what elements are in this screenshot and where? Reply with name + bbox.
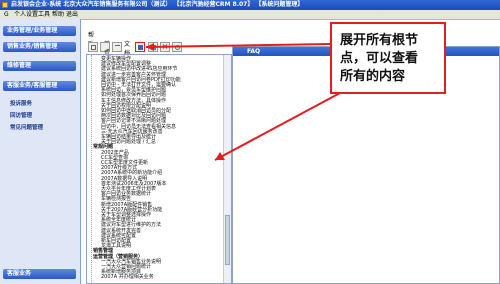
delete-icon: ×	[161, 42, 169, 51]
tree-scrollbar[interactable]	[223, 55, 231, 283]
sidebar-section-customer-service[interactable]: 客服业务/客服管理	[3, 81, 76, 91]
sidebar-item-complaint[interactable]: 投诉服务	[10, 99, 32, 107]
faq-detail-header-label: FAQ	[247, 48, 261, 55]
menu-item-personal-settings[interactable]: 个人设置	[14, 10, 38, 19]
edit-button[interactable]	[100, 42, 110, 53]
sidebar: 业务管理/业务管理 销售业务/销售管理 维修管理 客服业务/客服管理 投诉服务 …	[0, 19, 81, 284]
edit-icon	[101, 44, 110, 53]
expand-all-icon	[138, 45, 143, 50]
sidebar-item-faq[interactable]: 常见问题管理	[10, 123, 43, 131]
refresh-icon	[175, 45, 180, 50]
menu-item-help[interactable]: 帮助	[52, 10, 64, 19]
tree-scrollbar-thumb[interactable]	[225, 215, 230, 265]
sidebar-footer-customer-service[interactable]: 客服业务	[3, 269, 76, 279]
save-icon	[151, 45, 156, 50]
collapse-icon	[115, 45, 120, 51]
refresh-button[interactable]	[172, 42, 182, 52]
annotation-line: 展开所有根节	[340, 33, 419, 48]
annotation-callout: 展开所有根节 点，可以查看 所有的内容	[330, 22, 446, 94]
sidebar-section-business[interactable]: 业务管理/业务管理	[3, 26, 76, 36]
new-button[interactable]	[88, 42, 98, 52]
new-icon	[91, 45, 96, 50]
sidebar-item-followup[interactable]: 回访管理	[10, 111, 32, 119]
window-title: 启发银会企业·系统 北京大众汽车销售服务有限公司（测试） 【北京汽驰经营CRM …	[11, 1, 304, 8]
tree-node[interactable]: 2007A 并办理相关业务	[101, 274, 154, 280]
menu-item-g[interactable]: G	[4, 10, 9, 19]
delete-button[interactable]: ×	[160, 42, 170, 52]
window-titlebar: 启发银会企业·系统 北京大众汽车销售服务有限公司（测试） 【北京汽驰经营CRM …	[0, 0, 500, 10]
menu-item-exit[interactable]: 退出	[66, 10, 78, 19]
annotation-text: 展开所有根节 点，可以查看 所有的内容	[340, 32, 442, 86]
expand-all-button[interactable]	[135, 42, 145, 52]
faq-tree[interactable]: 变更车辆操作 建议修改车型配置调整 建议系统回访中改进4S店应用环节 建议进一步完善客…	[86, 54, 232, 284]
sidebar-section-sales[interactable]: 销售业务/销售管理	[3, 42, 76, 52]
app-icon	[2, 2, 8, 8]
save-button[interactable]	[148, 42, 158, 52]
tree-toolbar: ×	[86, 41, 236, 53]
annotation-line: 点，可以查看	[340, 51, 419, 66]
collapse-button[interactable]	[112, 42, 122, 52]
menu-item-tools[interactable]: 工具	[38, 10, 50, 19]
annotation-line: 所有的内容	[340, 69, 406, 84]
sidebar-section-repair[interactable]: 维修管理	[3, 61, 76, 71]
